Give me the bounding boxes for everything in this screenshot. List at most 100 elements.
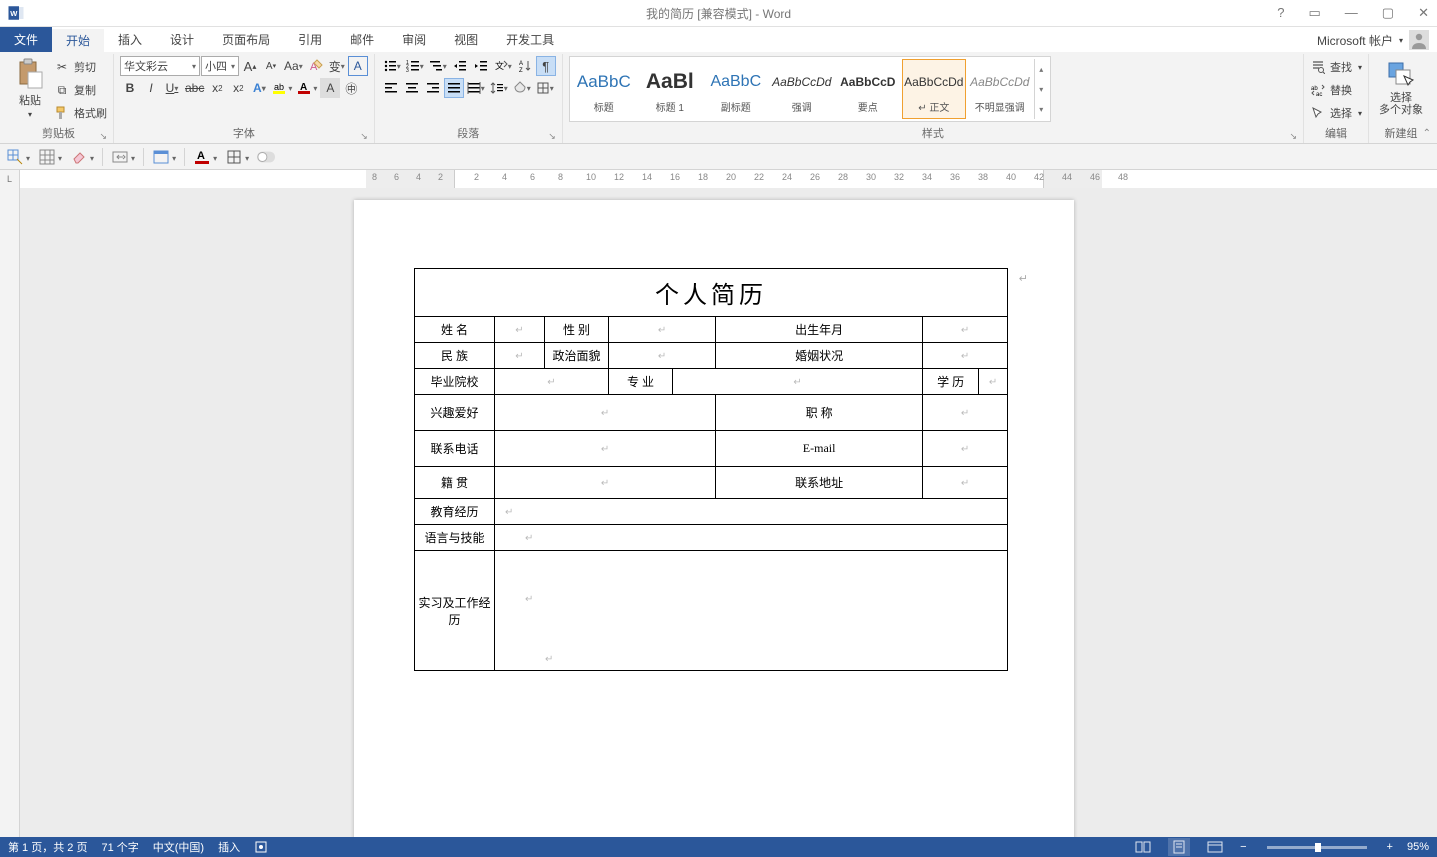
zoom-slider[interactable] bbox=[1267, 846, 1367, 849]
cell-jobtitle[interactable]: ↵ bbox=[923, 395, 1008, 431]
highlight-button[interactable]: ab bbox=[270, 78, 294, 98]
collapse-ribbon-icon[interactable]: ⌃ bbox=[1423, 128, 1431, 139]
cell-gender[interactable]: ↵ bbox=[609, 317, 716, 343]
page[interactable]: 个人简历 姓 名 ↵ 性 别 ↵ 出生年月 ↵ 民 族 ↵ 政治面貌 ↵ 婚姻状… bbox=[354, 200, 1074, 837]
tab-review[interactable]: 审阅 bbox=[388, 27, 440, 52]
underline-button[interactable]: U bbox=[162, 78, 182, 98]
grow-font-button[interactable]: A▴ bbox=[240, 56, 260, 76]
zoom-out-button[interactable]: − bbox=[1240, 841, 1246, 853]
minimize-icon[interactable]: — bbox=[1339, 3, 1364, 23]
asian-layout-button[interactable]: 文 bbox=[492, 56, 514, 76]
label-phone[interactable]: 联系电话 bbox=[415, 431, 495, 467]
label-gender[interactable]: 性 别 bbox=[545, 317, 609, 343]
char-shading-button[interactable]: A bbox=[320, 78, 340, 98]
cell-email[interactable]: ↵ bbox=[923, 431, 1008, 467]
clipboard-dialog-launcher[interactable]: ↘ bbox=[99, 131, 107, 142]
label-ethnic[interactable]: 民 族 bbox=[415, 343, 495, 369]
eraser-button[interactable] bbox=[70, 148, 94, 166]
label-skills[interactable]: 语言与技能 bbox=[415, 525, 495, 551]
numbering-button[interactable]: 123 bbox=[404, 56, 426, 76]
char-border-button[interactable]: A bbox=[348, 56, 368, 76]
style-heading1[interactable]: AaBl标题 1 bbox=[638, 59, 702, 119]
status-words[interactable]: 71 个字 bbox=[101, 839, 138, 855]
copy-button[interactable]: ⧉复制 bbox=[54, 79, 107, 101]
cell-experience[interactable]: ↵↵ bbox=[495, 551, 1008, 671]
insert-table-button[interactable] bbox=[38, 148, 62, 166]
ribbon-display-options-icon[interactable]: ▭ bbox=[1303, 3, 1327, 23]
read-mode-button[interactable] bbox=[1132, 838, 1154, 856]
increase-indent-button[interactable] bbox=[471, 56, 491, 76]
tab-insert[interactable]: 插入 bbox=[104, 27, 156, 52]
close-icon[interactable]: ✕ bbox=[1412, 3, 1435, 23]
shading-button[interactable] bbox=[511, 78, 533, 98]
change-case-button[interactable]: Aa bbox=[282, 56, 305, 76]
cell-ethnic[interactable]: ↵ bbox=[495, 343, 545, 369]
print-layout-button[interactable] bbox=[1168, 838, 1190, 856]
macro-recording-icon[interactable] bbox=[254, 840, 268, 854]
subscript-button[interactable]: x2 bbox=[207, 78, 227, 98]
horizontal-ruler[interactable]: 8642246810121416182022242628303234363840… bbox=[20, 170, 1437, 188]
styles-dialog-launcher[interactable]: ↘ bbox=[1289, 131, 1297, 142]
show-marks-button[interactable]: ¶ bbox=[536, 56, 556, 76]
borders-button[interactable] bbox=[534, 78, 556, 98]
style-normal[interactable]: AaBbCcDd↵ 正文 bbox=[902, 59, 966, 119]
tab-home[interactable]: 开始 bbox=[52, 27, 104, 52]
account-menu[interactable]: Microsoft 帐户 ▾ bbox=[1317, 30, 1429, 50]
merge-cells-button[interactable] bbox=[111, 148, 135, 166]
label-marital[interactable]: 婚姻状况 bbox=[716, 343, 923, 369]
style-strong[interactable]: AaBbCcD要点 bbox=[836, 59, 900, 119]
tab-developer[interactable]: 开发工具 bbox=[492, 27, 568, 52]
styles-gallery-more[interactable]: ▴▾▾ bbox=[1034, 59, 1048, 119]
align-right-button[interactable] bbox=[423, 78, 443, 98]
resume-table[interactable]: 个人简历 姓 名 ↵ 性 别 ↵ 出生年月 ↵ 民 族 ↵ 政治面貌 ↵ 婚姻状… bbox=[414, 268, 1008, 671]
status-lang[interactable]: 中文(中国) bbox=[153, 839, 204, 855]
resume-title-cell[interactable]: 个人简历 bbox=[415, 269, 1008, 317]
align-justify-button[interactable] bbox=[444, 78, 464, 98]
font-size-combo[interactable]: 小四 bbox=[201, 56, 239, 76]
tab-layout[interactable]: 页面布局 bbox=[208, 27, 284, 52]
label-education[interactable]: 教育经历 bbox=[415, 499, 495, 525]
strikethrough-button[interactable]: abc bbox=[183, 78, 206, 98]
web-layout-button[interactable] bbox=[1204, 838, 1226, 856]
cut-button[interactable]: ✂剪切 bbox=[54, 56, 107, 78]
label-school[interactable]: 毕业院校 bbox=[415, 369, 495, 395]
vertical-ruler[interactable] bbox=[0, 188, 20, 837]
tab-view[interactable]: 视图 bbox=[440, 27, 492, 52]
text-effects-button[interactable]: A bbox=[249, 78, 269, 98]
align-left-button[interactable] bbox=[381, 78, 401, 98]
multilevel-button[interactable] bbox=[427, 56, 449, 76]
zoom-level[interactable]: 95% bbox=[1407, 841, 1429, 853]
tab-file[interactable]: 文件 bbox=[0, 27, 52, 52]
label-hobby[interactable]: 兴趣爱好 bbox=[415, 395, 495, 431]
font-dialog-launcher[interactable]: ↘ bbox=[360, 131, 368, 142]
label-experience[interactable]: 实习及工作经历 bbox=[415, 551, 495, 671]
cell-marital[interactable]: ↵ bbox=[923, 343, 1008, 369]
maximize-icon[interactable]: ▢ bbox=[1376, 3, 1400, 23]
style-subtle-emphasis[interactable]: AaBbCcDd不明显强调 bbox=[968, 59, 1032, 119]
cell-origin[interactable]: ↵ bbox=[495, 467, 716, 499]
label-address[interactable]: 联系地址 bbox=[716, 467, 923, 499]
cell-address[interactable]: ↵ bbox=[923, 467, 1008, 499]
cell-major[interactable]: ↵ bbox=[673, 369, 923, 395]
label-name[interactable]: 姓 名 bbox=[415, 317, 495, 343]
tab-references[interactable]: 引用 bbox=[284, 27, 336, 52]
enclose-char-button[interactable]: ㊥ bbox=[341, 78, 361, 98]
borders2-button[interactable] bbox=[225, 148, 249, 166]
italic-button[interactable]: I bbox=[141, 78, 161, 98]
draw-table-button[interactable] bbox=[6, 148, 30, 166]
style-subtitle[interactable]: AaBbC副标题 bbox=[704, 59, 768, 119]
select-objects-button[interactable]: 选择 多个对象 bbox=[1375, 56, 1427, 118]
paragraph-dialog-launcher[interactable]: ↘ bbox=[548, 131, 556, 142]
status-page[interactable]: 第 1 页，共 2 页 bbox=[8, 839, 87, 855]
align-center-button[interactable] bbox=[402, 78, 422, 98]
replace-button[interactable]: abac替换 bbox=[1310, 79, 1352, 101]
zoom-in-button[interactable]: + bbox=[1387, 841, 1393, 853]
cell-hobby[interactable]: ↵ bbox=[495, 395, 716, 431]
style-title[interactable]: AaBbC标题 bbox=[572, 59, 636, 119]
label-origin[interactable]: 籍 贯 bbox=[415, 467, 495, 499]
styles-gallery[interactable]: AaBbC标题 AaBl标题 1 AaBbC副标题 AaBbCcDd强调 AaB… bbox=[569, 56, 1051, 122]
cell-education[interactable]: ↵ bbox=[495, 499, 1008, 525]
font-name-combo[interactable]: 华文彩云 bbox=[120, 56, 200, 76]
bold-button[interactable]: B bbox=[120, 78, 140, 98]
superscript-button[interactable]: x2 bbox=[228, 78, 248, 98]
